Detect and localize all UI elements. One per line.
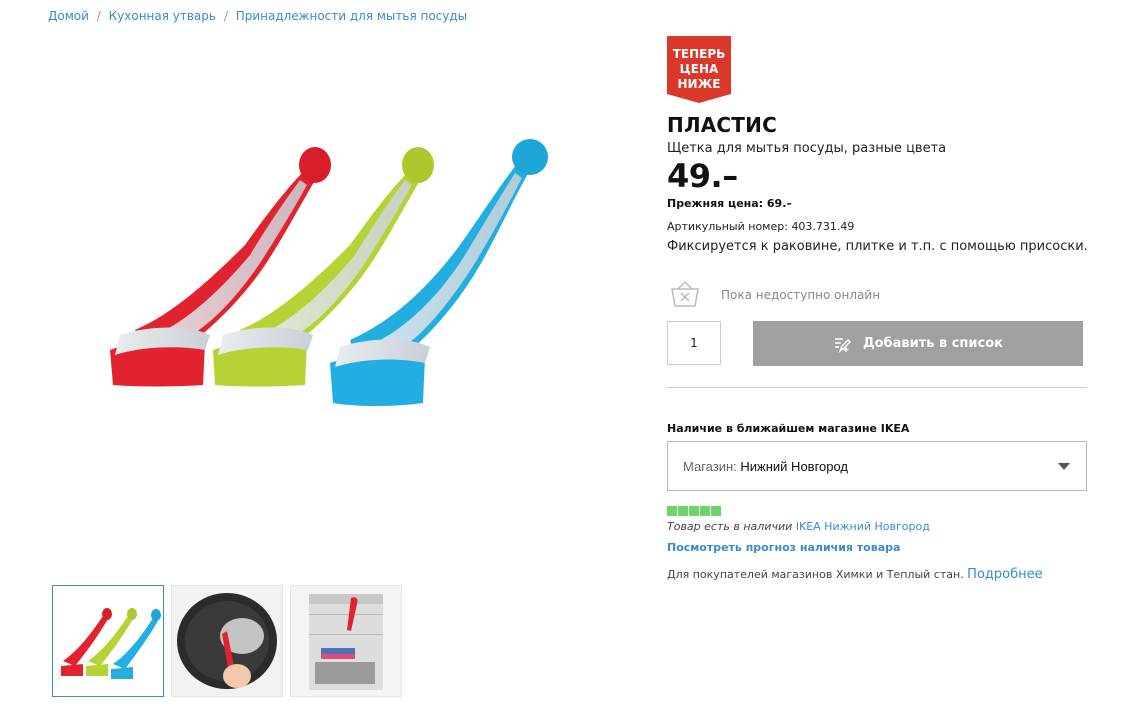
online-unavailable-text: Пока недоступно онлайн: [721, 288, 881, 302]
store-select-value: Нижний Новгород: [740, 459, 849, 474]
online-availability: Пока недоступно онлайн: [669, 280, 969, 310]
stock-level-segment: [667, 506, 677, 516]
store-select[interactable]: Магазин: Нижний Новгород: [667, 441, 1087, 491]
store-note-text: Для покупателей магазинов Химки и Теплый…: [667, 568, 964, 581]
stock-forecast-link[interactable]: Посмотреть прогноз наличия товара: [667, 541, 900, 554]
stock-level-indicator: [667, 506, 723, 516]
article-label: Артикульный номер:: [667, 220, 788, 233]
stock-store-link[interactable]: IKEA Нижний Новгород: [796, 520, 930, 533]
breadcrumb-separator: /: [96, 9, 101, 23]
add-to-list-button[interactable]: Добавить в список: [753, 321, 1083, 366]
thumbnail-pan[interactable]: [171, 585, 283, 697]
badge-line-2: ЦЕНА: [680, 62, 719, 76]
store-note-more-link[interactable]: Подробнее: [967, 567, 1042, 582]
product-price: 49.–: [667, 157, 738, 195]
product-feature: Фиксируется к раковине, плитке и т.п. с …: [667, 239, 1088, 254]
sink-thumb-image: [291, 586, 401, 696]
article-value: 403.731.49: [791, 220, 855, 233]
stock-status: Товар есть в наличии IKEA Нижний Новгоро…: [667, 520, 930, 533]
stock-level-segment: [700, 506, 710, 516]
breadcrumb-separator: /: [223, 9, 228, 23]
thumbnail-sink[interactable]: [290, 585, 402, 697]
basket-unavailable-icon: [671, 280, 699, 307]
thumbnail-brushes[interactable]: [52, 585, 164, 697]
new-lower-price-badge: ТЕПЕРЬ ЦЕНА НИЖЕ: [667, 36, 731, 103]
store-note: Для покупателей магазинов Химки и Теплый…: [667, 567, 1043, 582]
breadcrumb-home[interactable]: Домой: [48, 9, 89, 23]
add-to-list-label: Добавить в список: [863, 336, 1003, 351]
badge-line-3: НИЖЕ: [678, 77, 721, 91]
breadcrumb-dishwashing[interactable]: Принадлежности для мытья посуды: [236, 9, 467, 23]
stock-level-segment: [711, 506, 721, 516]
chevron-down-icon: [1058, 463, 1070, 470]
article-number: Артикульный номер: 403.731.49: [667, 220, 854, 233]
store-availability-heading: Наличие в ближайшем магазине IKEA: [667, 422, 910, 435]
store-select-label: Магазин:: [683, 459, 737, 474]
stock-level-segment: [689, 506, 699, 516]
pan-washing-thumb-image: [172, 586, 282, 696]
brushes-thumb-image: [61, 608, 161, 679]
product-description: Щетка для мытья посуды, разные цвета: [667, 141, 947, 156]
product-main-image: [110, 139, 548, 406]
breadcrumb-kitchen[interactable]: Кухонная утварь: [109, 9, 216, 23]
list-add-icon: [835, 337, 851, 353]
section-divider: [667, 387, 1087, 388]
old-price: Прежняя цена: 69.–: [667, 197, 792, 210]
store-select-text: Магазин: Нижний Новгород: [683, 459, 848, 474]
breadcrumb: Домой / Кухонная утварь / Принадлежности…: [48, 9, 467, 23]
stock-level-segment: [678, 506, 688, 516]
badge-line-1: ТЕПЕРЬ: [673, 47, 726, 61]
product-title: ПЛАСТИС: [667, 113, 777, 137]
stock-status-text: Товар есть в наличии: [667, 520, 793, 533]
quantity-input[interactable]: 1: [667, 321, 721, 365]
